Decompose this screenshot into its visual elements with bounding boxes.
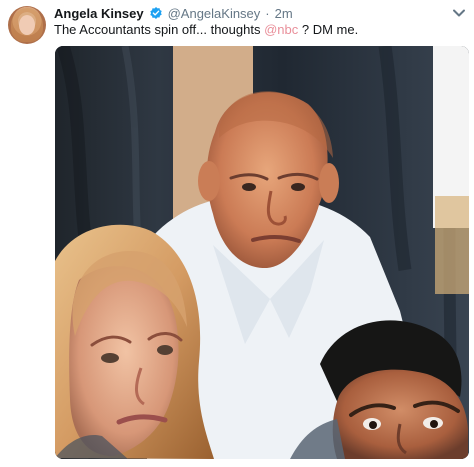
author-name[interactable]: Angela Kinsey <box>54 6 144 21</box>
tweet-header: Angela Kinsey @AngelaKinsey · 2m <box>54 4 450 22</box>
tweet-time[interactable]: 2m <box>275 6 293 21</box>
tweet-text: The Accountants spin off... thoughts @nb… <box>54 22 464 38</box>
author-handle[interactable]: @AngelaKinsey <box>168 6 261 21</box>
chevron-down-icon[interactable] <box>452 8 466 18</box>
tweet-text-end: ? DM me. <box>298 22 359 37</box>
time-separator: · <box>265 5 270 21</box>
mention-link[interactable]: @nbc <box>264 22 298 37</box>
avatar-face <box>19 15 35 35</box>
tweet-text-start: The Accountants spin off... thoughts <box>54 22 265 37</box>
verified-badge-icon <box>149 7 162 19</box>
tweet-photo[interactable] <box>55 46 469 459</box>
avatar[interactable] <box>8 6 46 44</box>
selfie-photo <box>55 46 469 459</box>
